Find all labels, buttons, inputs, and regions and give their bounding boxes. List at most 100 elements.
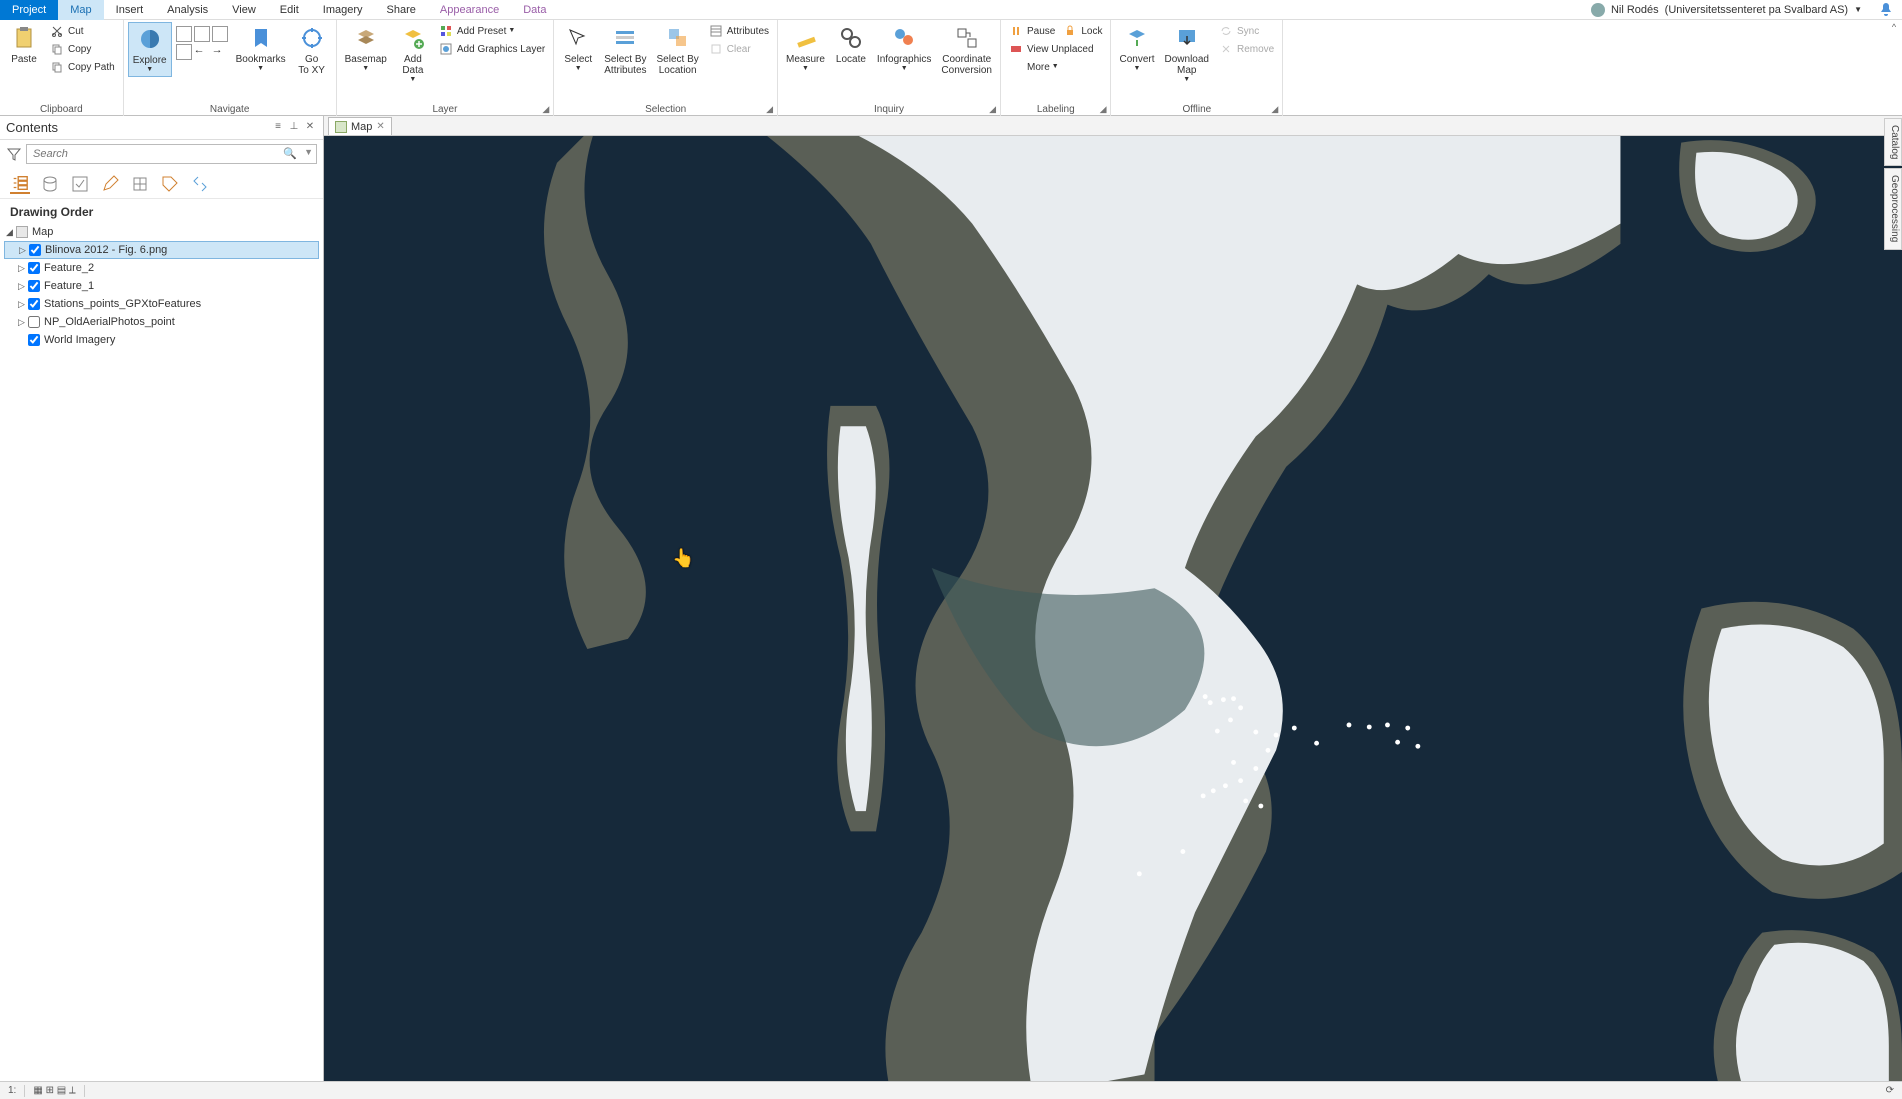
list-by-snapping-icon[interactable] [130, 174, 150, 194]
convert-button[interactable]: Convert▼ [1115, 22, 1158, 75]
copy-button[interactable]: Copy [46, 40, 119, 58]
add-graphics-layer-button[interactable]: Add Graphics Layer [435, 40, 549, 58]
locate-button[interactable]: Locate [831, 22, 871, 67]
chevron-down-icon: ▼ [802, 65, 809, 73]
layer-row[interactable]: ▷Feature_1 [4, 277, 319, 295]
goto-xy-button[interactable]: Go To XY [292, 22, 332, 78]
close-icon[interactable]: ✕ [303, 121, 317, 135]
paste-button[interactable]: Paste [4, 22, 44, 67]
layer-visibility-checkbox[interactable] [28, 334, 40, 346]
tab-imagery[interactable]: Imagery [311, 0, 375, 20]
collapse-ribbon-button[interactable]: ^ [1886, 20, 1902, 116]
geoprocessing-tab[interactable]: Geoprocessing [1884, 168, 1902, 249]
list-by-editing-icon[interactable] [100, 174, 120, 194]
expand-arrow-icon[interactable]: ▷ [18, 317, 28, 328]
layer-row[interactable]: ▷Blinova 2012 - Fig. 6.png [4, 241, 319, 259]
map-view-tab[interactable]: Map ✕ [328, 117, 392, 135]
list-by-drawing-order-icon[interactable] [10, 174, 30, 194]
copy-path-button[interactable]: Copy Path [46, 58, 119, 76]
constraint-icon[interactable]: ⟂ [69, 1085, 76, 1096]
layer-tree: ◢ Map ▷Blinova 2012 - Fig. 6.png▷Feature… [0, 221, 323, 351]
infographics-button[interactable]: Infographics▼ [873, 22, 935, 75]
lock-labeling-button[interactable]: Lock [1059, 22, 1106, 40]
dialog-launcher-icon[interactable]: ◢ [1100, 104, 1107, 115]
menu-icon[interactable]: ≡ [271, 121, 285, 135]
refresh-icon[interactable]: ⟳ [1886, 1085, 1894, 1096]
status-bar: 1: ▦ ⊞ ▤ ⟂ ⟳ [0, 1081, 1902, 1099]
tab-appearance[interactable]: Appearance [428, 0, 511, 20]
search-input[interactable] [26, 144, 317, 164]
tab-edit[interactable]: Edit [268, 0, 311, 20]
layer-visibility-checkbox[interactable] [28, 316, 40, 328]
layer-visibility-checkbox[interactable] [28, 280, 40, 292]
clear-selection-button[interactable]: Clear [705, 40, 773, 58]
layer-row[interactable]: ▷Feature_2 [4, 259, 319, 277]
search-icon[interactable]: 🔍 [283, 147, 297, 160]
tab-view[interactable]: View [220, 0, 268, 20]
collapse-arrow-icon[interactable]: ◢ [6, 227, 16, 238]
select-button[interactable]: Select▼ [558, 22, 598, 75]
layer-visibility-checkbox[interactable] [29, 244, 41, 256]
bell-icon[interactable] [1878, 2, 1894, 18]
pin-icon[interactable]: ⊥ [287, 121, 301, 135]
expand-arrow-icon[interactable]: ▷ [18, 281, 28, 292]
avatar-icon [1591, 3, 1605, 17]
bookmarks-button[interactable]: Bookmarks▼ [232, 22, 290, 75]
zoom-fixed-out-icon[interactable] [212, 26, 228, 42]
dialog-launcher-icon[interactable]: ◢ [766, 104, 773, 115]
zoom-fixed-in-icon[interactable] [194, 26, 210, 42]
basemap-button[interactable]: Basemap▼ [341, 22, 391, 75]
select-by-attributes-button[interactable]: Select By Attributes [600, 22, 650, 78]
expand-arrow-icon[interactable]: ▷ [18, 299, 28, 310]
map-canvas[interactable]: 👆 [324, 136, 1902, 1081]
layer-row[interactable]: ▷NP_OldAerialPhotos_point [4, 313, 319, 331]
pause-labeling-button[interactable]: Pause [1005, 22, 1059, 40]
filter-icon[interactable] [6, 146, 22, 162]
list-by-perceptual-icon[interactable] [190, 174, 210, 194]
next-extent-icon[interactable]: → [212, 44, 228, 60]
scale-display[interactable]: 1: [8, 1085, 16, 1096]
list-by-labeling-icon[interactable] [160, 174, 180, 194]
coordinate-conversion-button[interactable]: Coordinate Conversion [937, 22, 996, 78]
layer-visibility-checkbox[interactable] [28, 298, 40, 310]
group-clipboard: Paste Cut Copy Copy Path Clipboard [0, 20, 124, 116]
expand-arrow-icon[interactable]: ▷ [19, 245, 29, 256]
zoom-full-icon[interactable] [176, 26, 192, 42]
catalog-tab[interactable]: Catalog [1884, 118, 1902, 166]
add-data-button[interactable]: Add Data▼ [393, 22, 433, 86]
chevron-down-icon: ▼ [362, 65, 369, 73]
chevron-down-icon[interactable]: ▼ [304, 147, 313, 157]
more-labeling-button[interactable]: More▼ [1005, 58, 1106, 76]
tab-data[interactable]: Data [511, 0, 558, 20]
attributes-button[interactable]: Attributes [705, 22, 773, 40]
layer-row[interactable]: ▷Stations_points_GPXtoFeatures [4, 295, 319, 313]
close-icon[interactable]: ✕ [376, 121, 384, 132]
tree-root-map[interactable]: ◢ Map [4, 223, 319, 241]
add-preset-button[interactable]: Add Preset▼ [435, 22, 549, 40]
layer-visibility-checkbox[interactable] [28, 262, 40, 274]
prev-extent-icon[interactable]: ← [194, 44, 210, 60]
tab-analysis[interactable]: Analysis [155, 0, 220, 20]
grid-icon[interactable]: ▤ [57, 1085, 66, 1096]
user-badge[interactable]: Nil Rodés (Universitetssenteret pa Svalb… [1583, 3, 1870, 17]
layer-row[interactable]: World Imagery [4, 331, 319, 349]
view-unplaced-button[interactable]: View Unplaced [1005, 40, 1106, 58]
dialog-launcher-icon[interactable]: ◢ [1271, 104, 1278, 115]
tab-map[interactable]: Map [58, 0, 103, 20]
measure-button[interactable]: Measure▼ [782, 22, 829, 75]
list-by-selection-icon[interactable] [70, 174, 90, 194]
select-by-location-button[interactable]: Select By Location [653, 22, 703, 78]
dialog-launcher-icon[interactable]: ◢ [542, 104, 549, 115]
dialog-launcher-icon[interactable]: ◢ [989, 104, 996, 115]
cut-button[interactable]: Cut [46, 22, 119, 40]
tab-project[interactable]: Project [0, 0, 58, 20]
download-map-button[interactable]: Download Map▼ [1161, 22, 1213, 86]
snap-icon[interactable]: ⊞ [46, 1085, 54, 1096]
list-by-source-icon[interactable] [40, 174, 60, 194]
zoom-selection-icon[interactable] [176, 44, 192, 60]
tab-insert[interactable]: Insert [104, 0, 156, 20]
tab-share[interactable]: Share [375, 0, 428, 20]
expand-arrow-icon[interactable]: ▷ [18, 263, 28, 274]
view-toggle-icon[interactable]: ▦ [33, 1085, 42, 1096]
explore-button[interactable]: Explore▼ [128, 22, 172, 77]
